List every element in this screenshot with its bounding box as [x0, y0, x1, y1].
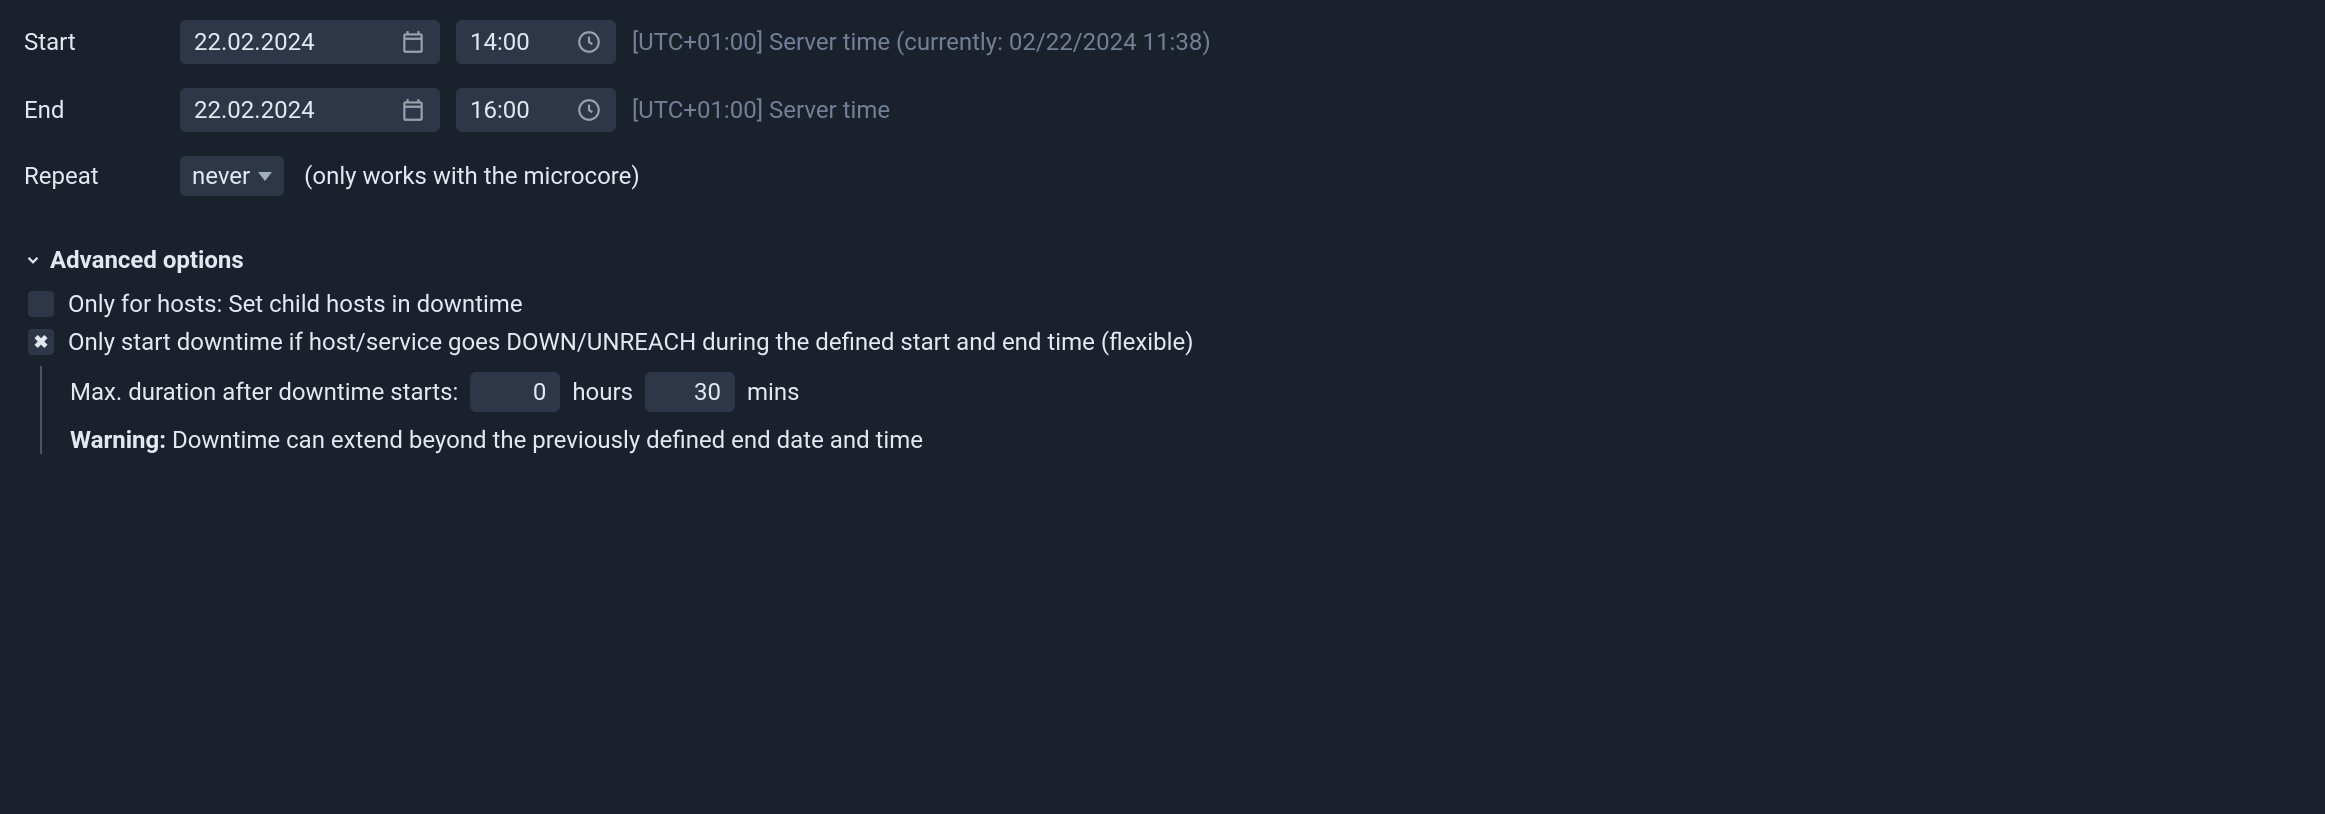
- child-hosts-checkbox[interactable]: [28, 291, 54, 317]
- duration-label: Max. duration after downtime starts:: [70, 378, 458, 406]
- flexible-label: Only start downtime if host/service goes…: [68, 328, 1194, 356]
- child-hosts-row: Only for hosts: Set child hosts in downt…: [28, 290, 2301, 318]
- end-label: End: [24, 96, 164, 124]
- child-hosts-label: Only for hosts: Set child hosts in downt…: [68, 290, 523, 318]
- duration-mins-value: 30: [694, 378, 721, 406]
- end-date-input[interactable]: 22.02.2024: [180, 88, 440, 132]
- warning-text: Downtime can extend beyond the previousl…: [166, 426, 923, 454]
- repeat-row: Repeat never (only works with the microc…: [24, 156, 2301, 196]
- start-hint: [UTC+01:00] Server time (currently: 02/2…: [632, 28, 1211, 56]
- flexible-row: Only start downtime if host/service goes…: [28, 328, 2301, 356]
- repeat-label: Repeat: [24, 162, 164, 190]
- duration-hours-input[interactable]: 0: [470, 372, 560, 412]
- calendar-icon: [400, 29, 426, 55]
- advanced-toggle[interactable]: Advanced options: [24, 246, 2301, 274]
- start-time-value: 14:00: [470, 28, 530, 56]
- start-time-input[interactable]: 14:00: [456, 20, 616, 64]
- repeat-hint: (only works with the microcore): [304, 162, 640, 190]
- warning-row: Warning: Downtime can extend beyond the …: [70, 426, 2301, 454]
- end-time-value: 16:00: [470, 96, 530, 124]
- calendar-icon: [400, 97, 426, 123]
- duration-mins-input[interactable]: 30: [645, 372, 735, 412]
- end-hint: [UTC+01:00] Server time: [632, 96, 890, 124]
- start-date-value: 22.02.2024: [194, 28, 315, 56]
- repeat-value: never: [192, 162, 250, 190]
- warning-label: Warning:: [70, 426, 166, 454]
- start-date-input[interactable]: 22.02.2024: [180, 20, 440, 64]
- flexible-details: Max. duration after downtime starts: 0 h…: [40, 366, 2301, 454]
- advanced-section: Advanced options Only for hosts: Set chi…: [24, 246, 2301, 454]
- end-date-value: 22.02.2024: [194, 96, 315, 124]
- chevron-down-icon: [24, 251, 42, 269]
- duration-row: Max. duration after downtime starts: 0 h…: [70, 372, 2301, 412]
- clock-icon: [576, 97, 602, 123]
- start-row: Start 22.02.2024 14:00 [UTC+01:00] Serve…: [24, 20, 2301, 64]
- duration-hours-value: 0: [533, 378, 547, 406]
- chevron-down-icon: [258, 172, 272, 181]
- start-label: Start: [24, 28, 164, 56]
- hours-unit: hours: [572, 378, 633, 406]
- clock-icon: [576, 29, 602, 55]
- repeat-select[interactable]: never: [180, 156, 284, 196]
- flexible-checkbox[interactable]: [28, 329, 54, 355]
- end-time-input[interactable]: 16:00: [456, 88, 616, 132]
- end-row: End 22.02.2024 16:00 [UTC+01:00] Server …: [24, 88, 2301, 132]
- mins-unit: mins: [747, 378, 800, 406]
- advanced-title: Advanced options: [50, 246, 244, 274]
